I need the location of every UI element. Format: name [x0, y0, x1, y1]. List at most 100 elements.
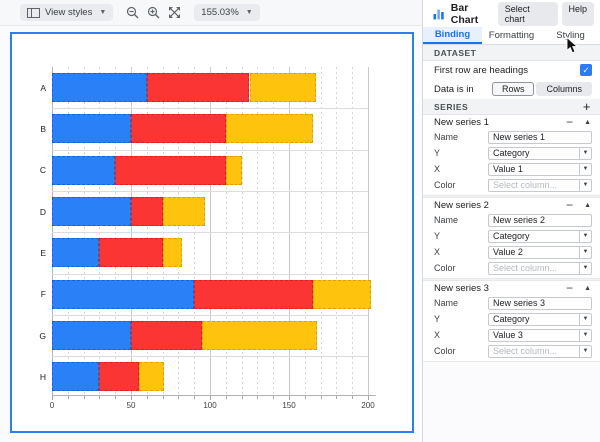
- series-3-color-row: Color Select column... ▼: [423, 343, 600, 359]
- bar-segment-value-2[interactable]: [131, 321, 203, 351]
- x-axis-tick: [67, 395, 69, 399]
- bar-segment-value-1[interactable]: [52, 155, 116, 185]
- tab-formatting[interactable]: Formatting: [482, 27, 541, 44]
- color-label: Color: [434, 263, 456, 273]
- bar-segment-value-2[interactable]: [194, 279, 313, 309]
- series-1-y-select[interactable]: Category ▼: [488, 146, 592, 160]
- series-3-name-row: Name: [423, 295, 600, 311]
- remove-series-icon[interactable]: −: [566, 116, 573, 128]
- bar-segment-value-2[interactable]: [131, 114, 226, 144]
- bar-segment-value-3[interactable]: [162, 197, 206, 227]
- x-axis-tick: [162, 395, 164, 399]
- series-3-header: New series 3 − ▲: [423, 281, 600, 295]
- x-axis-tick-label: 0: [49, 400, 55, 410]
- series-1-title: New series 1: [434, 116, 489, 128]
- first-row-headings-checkbox[interactable]: ✓: [580, 64, 592, 76]
- collapse-series-icon[interactable]: ▲: [584, 119, 591, 126]
- series-2-y-select[interactable]: Category ▼: [488, 229, 592, 243]
- bar-segment-value-1[interactable]: [52, 114, 131, 144]
- bar-segment-value-2[interactable]: [146, 73, 250, 102]
- series-3-x-select[interactable]: Value 3 ▼: [488, 328, 592, 342]
- bar-segment-value-3[interactable]: [138, 362, 165, 392]
- x-axis-tick: [241, 395, 243, 399]
- zoom-in-button[interactable]: [145, 4, 162, 21]
- zoom-out-button[interactable]: [124, 4, 141, 21]
- remove-series-icon[interactable]: −: [566, 199, 573, 211]
- x-axis-tick: [52, 395, 53, 400]
- x-axis-tick: [115, 395, 117, 399]
- row-separator: [52, 191, 368, 193]
- chevron-down-icon: ▼: [579, 246, 591, 258]
- bar-segment-value-3[interactable]: [312, 279, 372, 309]
- bar-segment-value-1[interactable]: [52, 73, 147, 102]
- gridline-minor: [352, 67, 354, 395]
- bar-segment-value-3[interactable]: [202, 321, 318, 351]
- dataset-section-label: DATASET: [434, 47, 477, 58]
- remove-series-icon[interactable]: −: [566, 282, 573, 294]
- bar-segment-value-1[interactable]: [52, 279, 195, 309]
- tab-binding[interactable]: Binding: [423, 27, 482, 44]
- series-3-y-select[interactable]: Category ▼: [488, 312, 592, 326]
- bar-segment-value-3[interactable]: [225, 114, 313, 144]
- bar-segment-value-1[interactable]: [52, 197, 131, 227]
- chevron-down-icon: ▼: [579, 345, 591, 357]
- tab-styling[interactable]: Styling: [541, 27, 600, 44]
- columns-button[interactable]: Columns: [536, 82, 592, 96]
- x-axis-tick: [368, 395, 369, 400]
- collapse-series-icon[interactable]: ▲: [584, 202, 591, 209]
- dataset-section-header: DATASET: [423, 45, 600, 61]
- bar-chart-plot: A B C D E F G H 0 50 100 150 200: [12, 34, 412, 431]
- view-styles-label: View styles: [45, 7, 93, 18]
- x-axis-tick: [83, 395, 85, 399]
- x-axis-tick: [320, 395, 322, 399]
- category-label: C: [39, 165, 46, 176]
- color-label: Color: [434, 180, 456, 190]
- chevron-down-icon: ▼: [579, 179, 591, 191]
- bar-segment-value-3[interactable]: [225, 155, 242, 185]
- first-row-headings-label: First row are headings: [434, 64, 528, 76]
- series-section-header: SERIES +: [423, 99, 600, 115]
- series-2-color-select[interactable]: Select column... ▼: [488, 261, 592, 275]
- fit-to-screen-icon: [169, 7, 181, 18]
- bar-segment-value-2[interactable]: [99, 238, 163, 268]
- series-3-color-select[interactable]: Select column... ▼: [488, 344, 592, 358]
- series-2-x-select[interactable]: Value 2 ▼: [488, 245, 592, 259]
- bar-segment-value-2[interactable]: [99, 362, 139, 392]
- view-styles-button[interactable]: View styles ▼: [20, 4, 114, 21]
- bar-segment-value-1[interactable]: [52, 238, 100, 268]
- x-label: X: [434, 247, 441, 257]
- layout-icon: [27, 7, 40, 18]
- zoom-level-button[interactable]: 155.03% ▼: [194, 4, 260, 21]
- x-axis-tick-label: 100: [203, 400, 217, 410]
- series-1-x-select[interactable]: Value 1 ▼: [488, 162, 592, 176]
- series-1-color-select[interactable]: Select column... ▼: [488, 178, 592, 192]
- chart-editor-main-area: A B C D E F G H 0 50 100 150 200: [0, 26, 422, 442]
- bar-segment-value-1[interactable]: [52, 362, 100, 392]
- zoom-out-icon: [127, 6, 139, 19]
- series-3-name-input[interactable]: [488, 296, 592, 310]
- name-label: Name: [434, 132, 459, 142]
- fit-to-screen-button[interactable]: [166, 4, 183, 21]
- gridline-minor: [336, 67, 338, 395]
- x-axis-tick: [336, 395, 338, 399]
- series-2-name-input[interactable]: [488, 213, 592, 227]
- chevron-down-icon: ▼: [579, 147, 591, 159]
- bar-segment-value-2[interactable]: [115, 155, 226, 185]
- category-label: A: [40, 82, 46, 93]
- x-axis-tick: [210, 395, 211, 400]
- chevron-down-icon: ▼: [579, 230, 591, 242]
- y-label: Y: [434, 314, 441, 324]
- rows-button[interactable]: Rows: [491, 82, 535, 96]
- help-button[interactable]: Help: [561, 1, 595, 26]
- add-series-button[interactable]: +: [583, 99, 591, 114]
- select-chart-button[interactable]: Select chart: [497, 1, 558, 26]
- chevron-down-icon: ▼: [579, 262, 591, 274]
- bar-segment-value-2[interactable]: [131, 197, 163, 227]
- collapse-series-icon[interactable]: ▲: [584, 285, 591, 292]
- bar-segment-value-3[interactable]: [249, 73, 316, 102]
- bar-segment-value-1[interactable]: [52, 321, 131, 351]
- bar-segment-value-3[interactable]: [162, 238, 182, 268]
- x-label: X: [434, 330, 441, 340]
- series-1-name-input[interactable]: [488, 130, 592, 144]
- chart-canvas[interactable]: A B C D E F G H 0 50 100 150 200: [10, 32, 414, 433]
